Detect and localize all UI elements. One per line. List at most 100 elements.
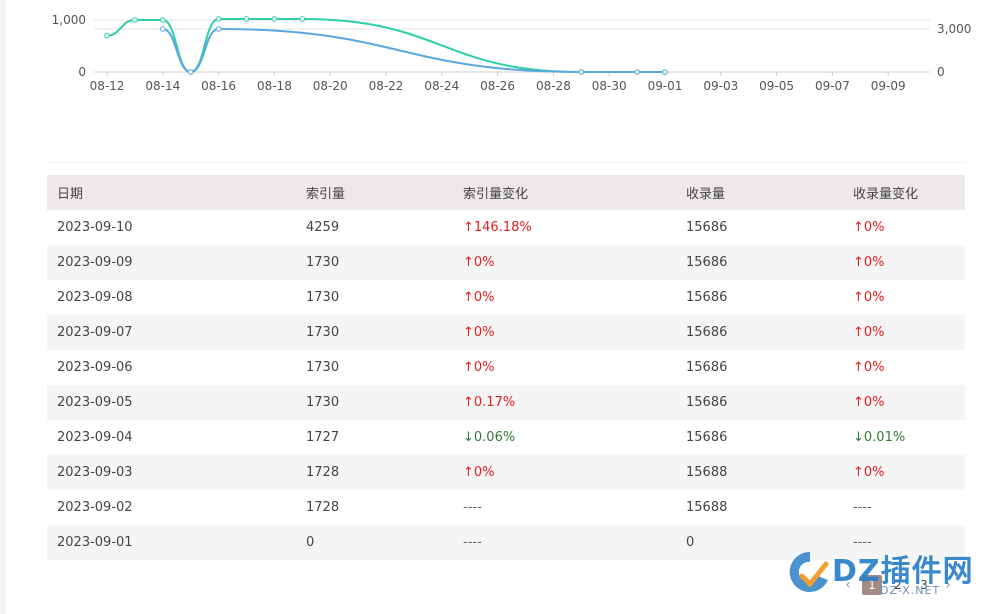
brand-watermark: DZ插件网 DZ-X.NET	[788, 544, 988, 602]
table-cell: ↑0%	[843, 455, 965, 490]
x-tick-label: 09-03	[703, 79, 738, 93]
table-cell: ↑0.17%	[453, 385, 676, 420]
table-cell: ↓0.06%	[463, 430, 516, 445]
table-cell: 0	[296, 525, 453, 560]
x-tick-label: 08-30	[592, 79, 627, 93]
table-header-row: 日期 索引量 索引量变化 收录量 收录量变化	[47, 175, 965, 210]
table-cell: ↓0.01%	[853, 430, 906, 445]
table-cell: ↑0%	[853, 360, 885, 375]
table-cell: 1730	[306, 360, 340, 375]
x-tick-label: 08-26	[480, 79, 515, 93]
table-row: 2023-09-04 1727 ↓0.06% 15686 ↓0.01%	[47, 420, 965, 455]
series-point	[215, 26, 222, 32]
x-tick-label: 08-20	[313, 79, 348, 93]
table-cell: 1730	[296, 245, 453, 280]
column-header: 日期	[47, 175, 296, 210]
watermark-sub: DZ-X.NET	[880, 584, 941, 597]
y-right-tick-label: 3,000	[937, 22, 971, 36]
table-row: 2023-09-08 1730 ↑0% 15686 ↑0%	[47, 280, 965, 315]
table-cell: 1728	[306, 500, 340, 515]
table-cell: 4259	[306, 220, 340, 235]
table-cell: ----	[853, 500, 872, 515]
data-table-card: 日期 索引量 索引量变化 收录量 收录量变化 2023-09-10 4259 ↑146.18…	[45, 162, 965, 561]
table-cell: ↑0%	[843, 315, 965, 350]
table-cell: ↑0%	[453, 245, 676, 280]
x-tick-label: 09-09	[871, 79, 906, 93]
table-cell: 2023-09-05	[47, 385, 296, 420]
y-left-tick-label: 1,000	[52, 13, 86, 27]
table-cell: 15686	[676, 385, 843, 420]
table-cell: 1730	[306, 290, 340, 305]
series-point	[243, 16, 250, 22]
table-cell: ----	[463, 500, 482, 515]
series-point	[104, 32, 110, 39]
series-point	[160, 17, 166, 23]
table-cell: 2023-09-02	[57, 500, 133, 515]
table-row: 2023-09-07 1730 ↑0% 15686 ↑0%	[47, 315, 965, 350]
x-tick-label: 08-16	[201, 79, 236, 93]
brand-logo-icon	[789, 551, 829, 592]
table-cell: 15688	[686, 500, 728, 515]
table-cell: 15686	[676, 245, 843, 280]
x-tick-label: 08-24	[424, 79, 459, 93]
table-cell: 1730	[296, 385, 453, 420]
table-cell: ↑146.18%	[463, 220, 532, 235]
table-cell: ↑0%	[453, 315, 676, 350]
table-cell: ↑0%	[463, 290, 495, 305]
table-row: 2023-09-09 1730 ↑0% 15686 ↑0%	[47, 245, 965, 280]
table-cell: ↑0%	[853, 290, 885, 305]
trend-chart: 1,000 0 3,000 0 08-12 08-14 08-16 08-18 08-20 08…	[52, 13, 972, 93]
table-cell: 2023-09-10	[57, 220, 133, 235]
table-cell: 2023-09-01	[47, 525, 296, 560]
x-tick-label: 09-05	[759, 79, 794, 93]
table-cell: 15686	[676, 315, 843, 350]
y-right-tick-label: 0	[937, 65, 945, 79]
table-cell: 2023-09-06	[57, 360, 133, 375]
series-point	[271, 16, 278, 22]
table-cell: ----	[453, 525, 676, 560]
table-cell: 1728	[296, 455, 453, 490]
column-header: 收录量	[676, 175, 843, 210]
table-cell: 15688	[676, 455, 843, 490]
table-cell: 2023-09-09	[47, 245, 296, 280]
table-cell: 2023-09-04	[57, 430, 133, 445]
series-point	[132, 17, 138, 23]
x-tick-label: 09-07	[815, 79, 850, 93]
table-cell: 2023-09-08	[57, 290, 133, 305]
column-header: 索引量变化	[453, 175, 676, 210]
table-cell: ↑0%	[463, 360, 495, 375]
x-tick-label: 08-14	[145, 79, 180, 93]
series-point	[215, 16, 222, 22]
data-table: 日期 索引量 索引量变化 收录量 收录量变化 2023-09-10 4259 ↑146.18…	[47, 175, 965, 560]
table-cell: 2023-09-03	[47, 455, 296, 490]
series-point	[160, 26, 166, 32]
x-tick-label: 08-12	[90, 79, 125, 93]
table-cell: ↑0%	[453, 455, 676, 490]
table-cell: 15686	[686, 430, 728, 445]
series-point	[662, 69, 668, 75]
table-row: 2023-09-02 1728 ---- 15688 ----	[47, 490, 965, 525]
table-row: 2023-09-10 4259 ↑146.18% 15686 ↑0%	[47, 210, 965, 245]
table-cell: 2023-09-07	[47, 315, 296, 350]
table-cell: 15686	[686, 220, 728, 235]
table-cell: ↑0%	[843, 245, 965, 280]
table-cell: 1727	[306, 430, 340, 445]
table-cell: ↑0%	[853, 220, 885, 235]
series-point	[578, 69, 585, 75]
series-point	[299, 16, 306, 22]
table-row: 2023-09-05 1730 ↑0.17% 15686 ↑0%	[47, 385, 965, 420]
x-tick-label: 08-22	[369, 79, 404, 93]
series-line	[106, 17, 665, 74]
column-header: 收录量变化	[843, 175, 965, 210]
table-cell: 15686	[686, 290, 728, 305]
table-row: 2023-09-03 1728 ↑0% 15688 ↑0%	[47, 455, 965, 490]
table-cell: 1730	[296, 315, 453, 350]
x-tick-label: 08-28	[536, 79, 571, 93]
x-tick-label: 09-01	[648, 79, 683, 93]
table-cell: ↑0%	[843, 385, 965, 420]
x-tick-label: 08-18	[257, 79, 292, 93]
table-cell: 15686	[686, 360, 728, 375]
table-row: 2023-09-06 1730 ↑0% 15686 ↑0%	[47, 350, 965, 385]
series-point	[187, 69, 194, 75]
column-header: 索引量	[296, 175, 453, 210]
